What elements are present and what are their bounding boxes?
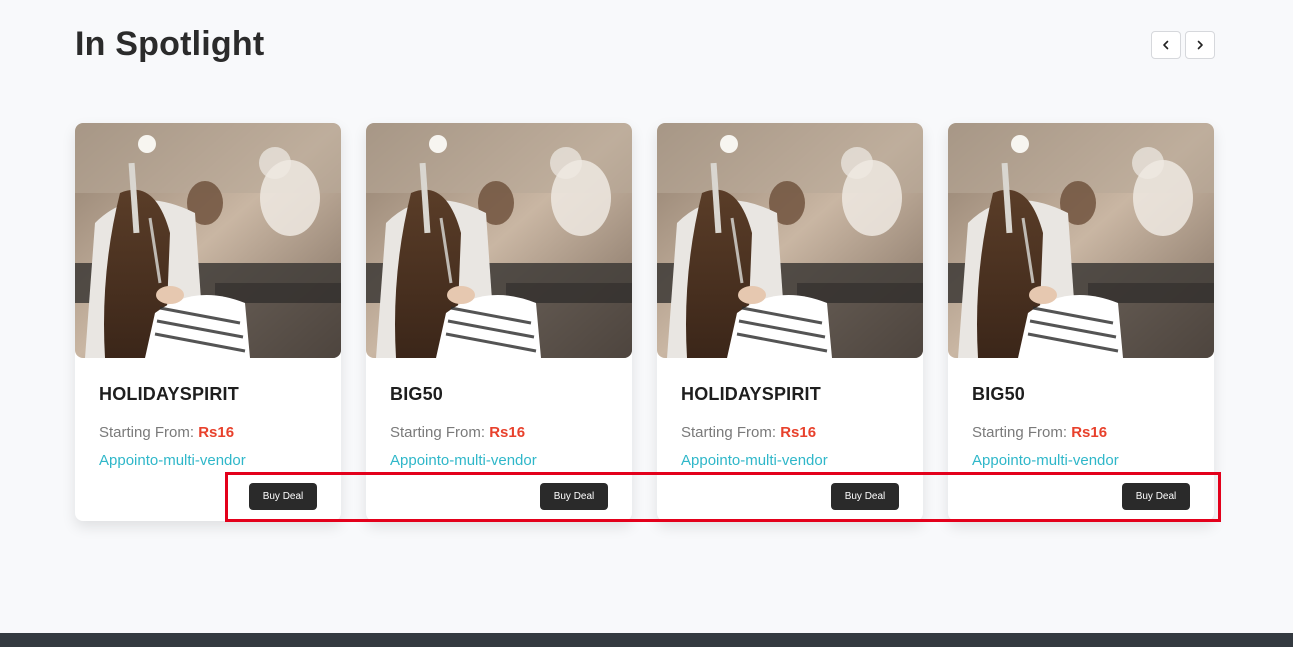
vendor-link[interactable]: Appointo-multi-vendor bbox=[972, 452, 1119, 469]
price-value: Rs16 bbox=[780, 424, 817, 441]
starting-from-label: Starting From: bbox=[972, 424, 1068, 441]
price-value: Rs16 bbox=[198, 424, 235, 441]
section-title: In Spotlight bbox=[75, 25, 265, 63]
spotlight-section: In Spotlight HOLIDAYSPIRIT Starting From… bbox=[0, 0, 1293, 633]
price-value: Rs16 bbox=[1071, 424, 1108, 441]
deal-image[interactable] bbox=[948, 123, 1214, 358]
salon-photo bbox=[366, 123, 632, 358]
deal-image[interactable] bbox=[366, 123, 632, 358]
price-value: Rs16 bbox=[489, 424, 526, 441]
deal-cards: HOLIDAYSPIRIT Starting From: Rs16 Appoin… bbox=[75, 123, 1214, 521]
deal-image[interactable] bbox=[75, 123, 341, 358]
starting-from-label: Starting From: bbox=[99, 424, 195, 441]
coupon-code: BIG50 bbox=[972, 384, 1026, 404]
vendor-link[interactable]: Appointo-multi-vendor bbox=[99, 452, 246, 469]
deal-card: BIG50 Starting From: Rs16 Appointo-multi… bbox=[366, 123, 632, 521]
coupon-code: HOLIDAYSPIRIT bbox=[99, 384, 239, 404]
price-line: Starting From: Rs16 bbox=[681, 424, 816, 441]
footer-bar bbox=[0, 633, 1293, 647]
buy-deal-button[interactable]: Buy Deal bbox=[540, 483, 608, 510]
vendor-link[interactable]: Appointo-multi-vendor bbox=[681, 452, 828, 469]
price-line: Starting From: Rs16 bbox=[390, 424, 525, 441]
buy-deal-button[interactable]: Buy Deal bbox=[1122, 483, 1190, 510]
salon-photo bbox=[948, 123, 1214, 358]
coupon-code: BIG50 bbox=[390, 384, 444, 404]
vendor-link[interactable]: Appointo-multi-vendor bbox=[390, 452, 537, 469]
carousel-prev-button[interactable] bbox=[1151, 31, 1181, 59]
deal-card: HOLIDAYSPIRIT Starting From: Rs16 Appoin… bbox=[75, 123, 341, 521]
price-line: Starting From: Rs16 bbox=[972, 424, 1107, 441]
buy-deal-button[interactable]: Buy Deal bbox=[249, 483, 317, 510]
salon-photo bbox=[75, 123, 341, 358]
starting-from-label: Starting From: bbox=[681, 424, 777, 441]
deal-card: BIG50 Starting From: Rs16 Appointo-multi… bbox=[948, 123, 1214, 521]
carousel-next-button[interactable] bbox=[1185, 31, 1215, 59]
chevron-left-icon bbox=[1163, 40, 1169, 50]
salon-photo bbox=[657, 123, 923, 358]
chevron-right-icon bbox=[1197, 40, 1203, 50]
price-line: Starting From: Rs16 bbox=[99, 424, 234, 441]
buy-deal-button[interactable]: Buy Deal bbox=[831, 483, 899, 510]
starting-from-label: Starting From: bbox=[390, 424, 486, 441]
deal-image[interactable] bbox=[657, 123, 923, 358]
coupon-code: HOLIDAYSPIRIT bbox=[681, 384, 821, 404]
deal-card: HOLIDAYSPIRIT Starting From: Rs16 Appoin… bbox=[657, 123, 923, 521]
